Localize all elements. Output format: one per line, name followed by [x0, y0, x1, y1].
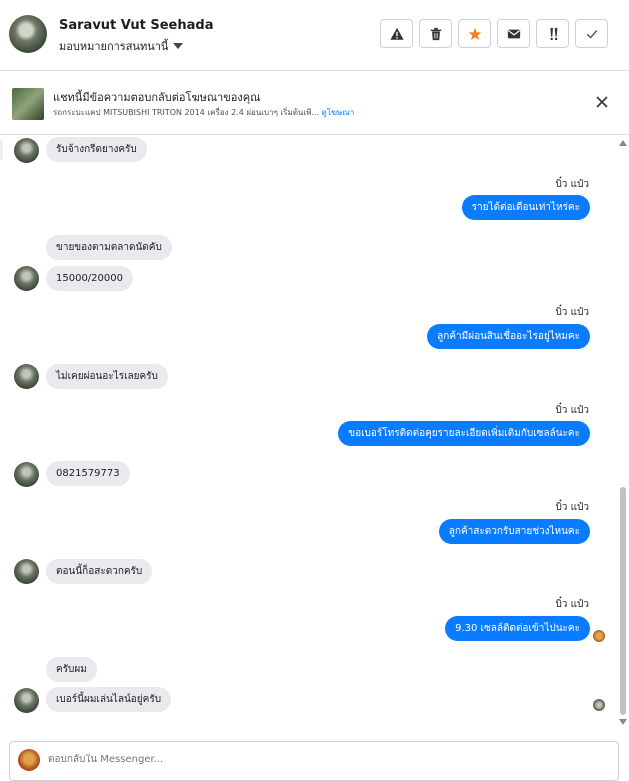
incoming-message: ขายของตามตลาดนัดคับ [46, 235, 172, 260]
header-actions [380, 19, 608, 48]
contact-avatar [14, 462, 39, 487]
assign-conversation-dropdown[interactable]: มอบหมายการสนทนานี้ [59, 37, 184, 55]
delete-button[interactable] [419, 19, 452, 48]
message-scrollbar[interactable] [618, 135, 629, 738]
incoming-message: 15000/20000 [46, 266, 133, 291]
star-icon [468, 27, 481, 40]
ad-thumbnail[interactable] [12, 88, 44, 120]
warning-icon [389, 27, 404, 40]
star-button[interactable] [458, 19, 491, 48]
ad-context-bar: แชทนี้มีข้อความตอบกลับต่อโฆษณาของคุณ รถก… [0, 71, 629, 135]
incoming-message: ครับผม [46, 657, 97, 682]
contact-avatar[interactable] [9, 15, 47, 53]
sender-name: บิ๋ว แป๋ว [555, 502, 589, 513]
incoming-message: เบอร์นี้ผมเล่นไลน์อยู่ครับ [46, 687, 172, 712]
scrollbar-thumb[interactable] [620, 487, 626, 715]
scroll-up-arrow-icon[interactable] [619, 140, 627, 146]
incoming-message: 0821579773 [46, 461, 130, 486]
close-icon[interactable] [594, 94, 610, 110]
ad-context-title: แชทนี้มีข้อความตอบกลับต่อโฆษณาของคุณ [53, 91, 261, 104]
page-avatar [18, 749, 40, 771]
contact-avatar [14, 559, 39, 584]
mail-icon [507, 29, 520, 38]
message-thread: รับจ้างกรีดยางครับ บิ๋ว แป๋ว รายได้ต่อเด… [0, 135, 616, 738]
ad-context-subtitle: รถกระบะแคป MITSUBISHI TRITON 2014 เครื่อ… [53, 106, 354, 119]
caret-down-icon [173, 43, 184, 49]
sender-name: บิ๋ว แป๋ว [555, 599, 589, 610]
check-icon [586, 29, 597, 38]
sender-name: บิ๋ว แป๋ว [555, 405, 589, 416]
seen-indicator-avatar [593, 630, 605, 642]
incoming-message: รับจ้างกรีดยางครับ [46, 137, 147, 162]
ad-description: รถกระบะแคป MITSUBISHI TRITON 2014 เครื่อ… [53, 108, 320, 117]
mark-important-button[interactable] [536, 19, 569, 48]
incoming-message: ตอนนี้ก็อสะดวกครับ [46, 559, 153, 584]
contact-avatar [14, 364, 39, 389]
contact-avatar [14, 688, 39, 713]
mark-spam-button[interactable] [380, 19, 413, 48]
important-icon [549, 27, 557, 40]
outgoing-message: ลูกค้าสะดวกรับสายช่วงไหนคะ [438, 519, 590, 544]
seen-indicator-avatar [593, 699, 605, 711]
outgoing-message: ลูกค้ามีผ่อนสินเชื่ออะไรอยู่ไหมคะ [427, 324, 590, 349]
contact-avatar [14, 138, 39, 163]
outgoing-message: ขอเบอร์โทรติดต่อคุยรายละเอียดเพิ่มเติมกั… [338, 421, 590, 446]
reply-composer [9, 741, 619, 781]
sender-name: บิ๋ว แป๋ว [555, 307, 589, 318]
scroll-down-arrow-icon[interactable] [619, 719, 627, 725]
assign-label: มอบหมายการสนทนานี้ [59, 40, 169, 53]
trash-icon [430, 27, 441, 40]
mark-unread-button[interactable] [497, 19, 530, 48]
view-ad-link[interactable]: ดูโฆษณา [322, 108, 355, 117]
conversation-header: Saravut Vut Seehada มอบหมายการสนทนานี้ [0, 0, 629, 71]
reply-input[interactable] [48, 754, 448, 765]
mark-done-button[interactable] [575, 19, 608, 48]
divider [0, 140, 3, 160]
outgoing-message: รายได้ต่อเดือนเท่าไหร่คะ [461, 195, 590, 220]
sender-name: บิ๋ว แป๋ว [555, 179, 589, 190]
outgoing-message: 9.30 เซลล์ติดต่อเข้าไปนะคะ [445, 616, 590, 641]
contact-avatar [14, 266, 39, 291]
contact-name[interactable]: Saravut Vut Seehada [59, 18, 213, 33]
incoming-message: ไม่เคยผ่อนอะไรเลยครับ [46, 364, 168, 389]
